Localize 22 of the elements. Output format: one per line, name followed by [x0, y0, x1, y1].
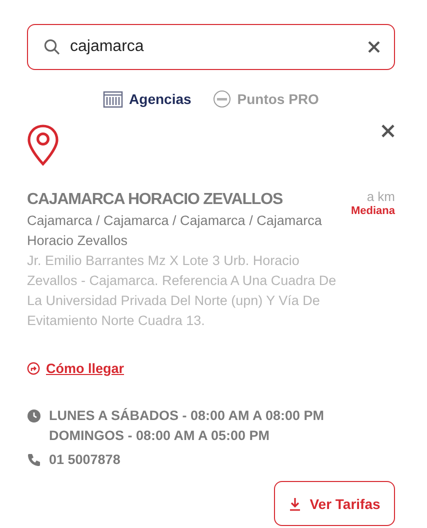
building-icon	[103, 90, 124, 108]
search-field[interactable]: cajamarca	[27, 24, 395, 70]
directions-link[interactable]: Cómo llegar	[46, 361, 124, 376]
agency-size: Mediana	[350, 205, 395, 217]
clear-icon[interactable]	[368, 41, 380, 53]
agency-name: CAJAMARCA HORACIO ZEVALLOS	[27, 190, 284, 210]
download-icon	[288, 496, 301, 510]
close-icon[interactable]	[381, 124, 395, 138]
phone-icon	[27, 453, 41, 467]
directions-icon	[27, 362, 40, 375]
tab[interactable]: Agencias	[103, 88, 192, 110]
rates-button[interactable]: Ver Tarifas	[274, 481, 395, 526]
phone-number: 01 5007878	[49, 451, 120, 469]
hours-text: LUNES A SÁBADOS - 08:00 AM A 08:00 PM	[49, 407, 324, 425]
address-text: Jr. Emilio Barrantes Mz X Lote 3 Urb. Horacio Zevallos - Cajamarca. Referencia A Una Cuadra De La Universidad Privada Del Norte (upn) Y Vía De Evitamiento Norte Cuadra 13.	[27, 252, 338, 330]
distance: a km	[366, 189, 395, 204]
clock-icon	[27, 409, 41, 423]
hours-text: DOMINGOS - 08:00 AM A 05:00 PM	[49, 427, 271, 445]
search-icon	[44, 39, 60, 55]
location-text: Cajamarca / Cajamarca / Cajamarca / Cajamarca Horacio Zevallos	[27, 212, 323, 250]
pro-badge-icon	[213, 90, 232, 108]
location-pin-icon	[27, 124, 59, 166]
